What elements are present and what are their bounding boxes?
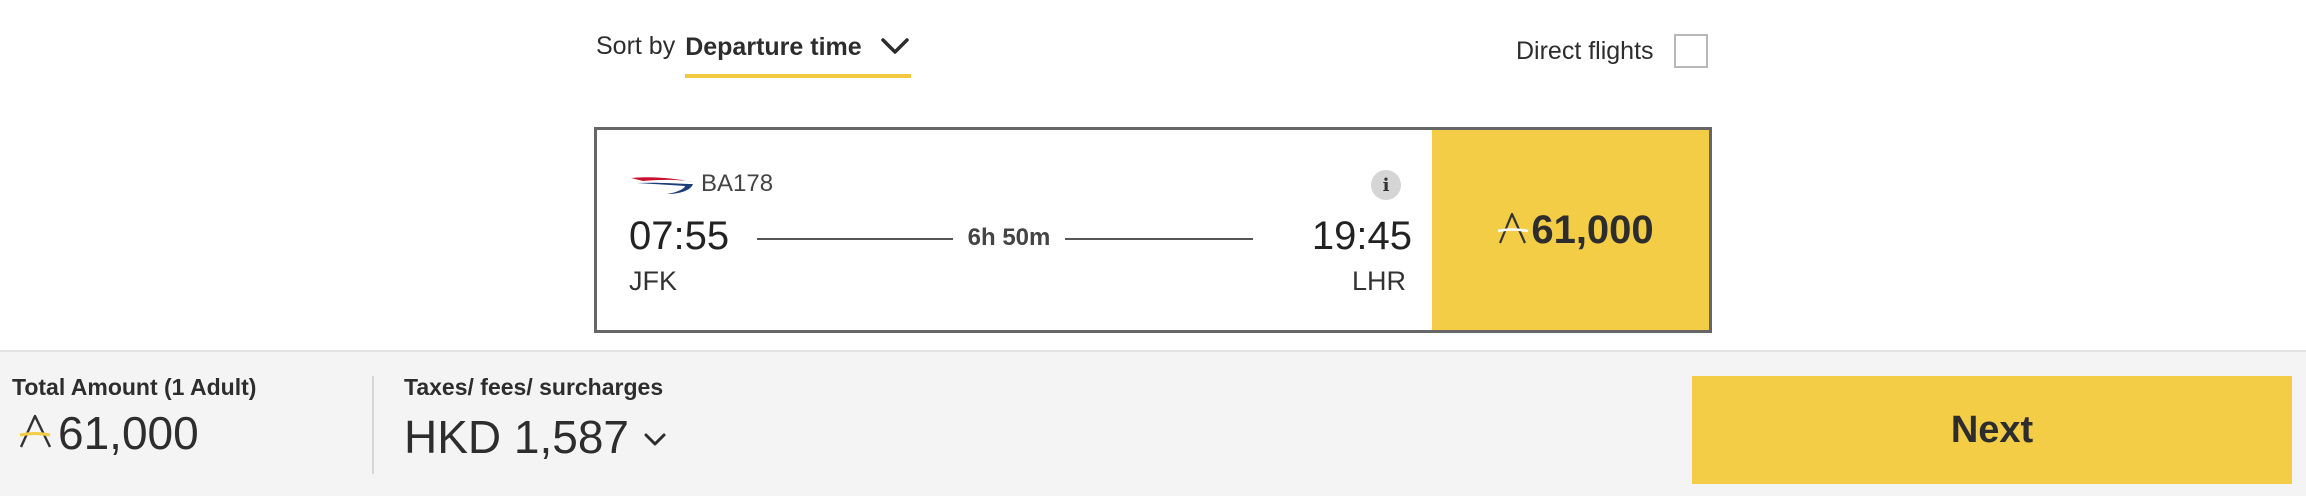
- sort-control: Sort by Departure time: [596, 28, 912, 80]
- total-amount: 61,000: [18, 406, 199, 460]
- info-icon[interactable]: i: [1371, 170, 1401, 200]
- flight-price: 61,000: [1497, 207, 1654, 253]
- direct-flights-label: Direct flights: [1516, 36, 1654, 65]
- departure-time: 07:55: [629, 214, 730, 258]
- total-amount-value: 61,000: [58, 407, 199, 459]
- flight-price-value: 61,000: [1531, 207, 1654, 252]
- arrival-time: 19:45: [1311, 214, 1412, 258]
- chevron-down-icon: [880, 36, 910, 61]
- direct-flights-checkbox[interactable]: [1673, 34, 1708, 68]
- taxes-dropdown[interactable]: HKD 1,587: [404, 410, 667, 464]
- avios-icon: [1497, 210, 1529, 251]
- next-button[interactable]: Next: [1692, 376, 2292, 484]
- arrival-airport: LHR: [1351, 266, 1406, 296]
- airline-logo-icon: [629, 174, 695, 201]
- flight-number: BA178: [701, 170, 774, 197]
- flight-duration: 6h 50m: [967, 224, 1051, 251]
- direct-flights-filter: Direct flights: [1516, 34, 1708, 68]
- departure-airport: JFK: [629, 266, 678, 296]
- taxes-value: HKD 1,587: [404, 411, 630, 463]
- avios-icon: [18, 411, 54, 456]
- route-line-left: [757, 238, 953, 240]
- sort-selected-value: Departure time: [685, 33, 862, 61]
- route-line-right: [1065, 238, 1253, 240]
- flight-selection-page: Sort by Departure time Direct flights BA…: [0, 0, 2306, 496]
- flight-card[interactable]: BA178 i 07:55 JFK 6h 50m 19:45 LHR 61,00…: [594, 127, 1712, 333]
- sort-dropdown[interactable]: Departure time: [685, 28, 912, 78]
- flight-price-panel[interactable]: 61,000: [1432, 130, 1709, 330]
- flight-details: BA178 i 07:55 JFK 6h 50m 19:45 LHR: [597, 130, 1432, 330]
- chevron-down-icon: [643, 432, 667, 453]
- taxes-label: Taxes/ fees/ surcharges: [404, 374, 664, 400]
- booking-summary-bar: Total Amount (1 Adult) 61,000 Taxes/ fee…: [0, 350, 2306, 496]
- summary-divider: [372, 376, 374, 474]
- sort-label: Sort by: [596, 32, 676, 60]
- total-amount-label: Total Amount (1 Adult): [12, 374, 257, 400]
